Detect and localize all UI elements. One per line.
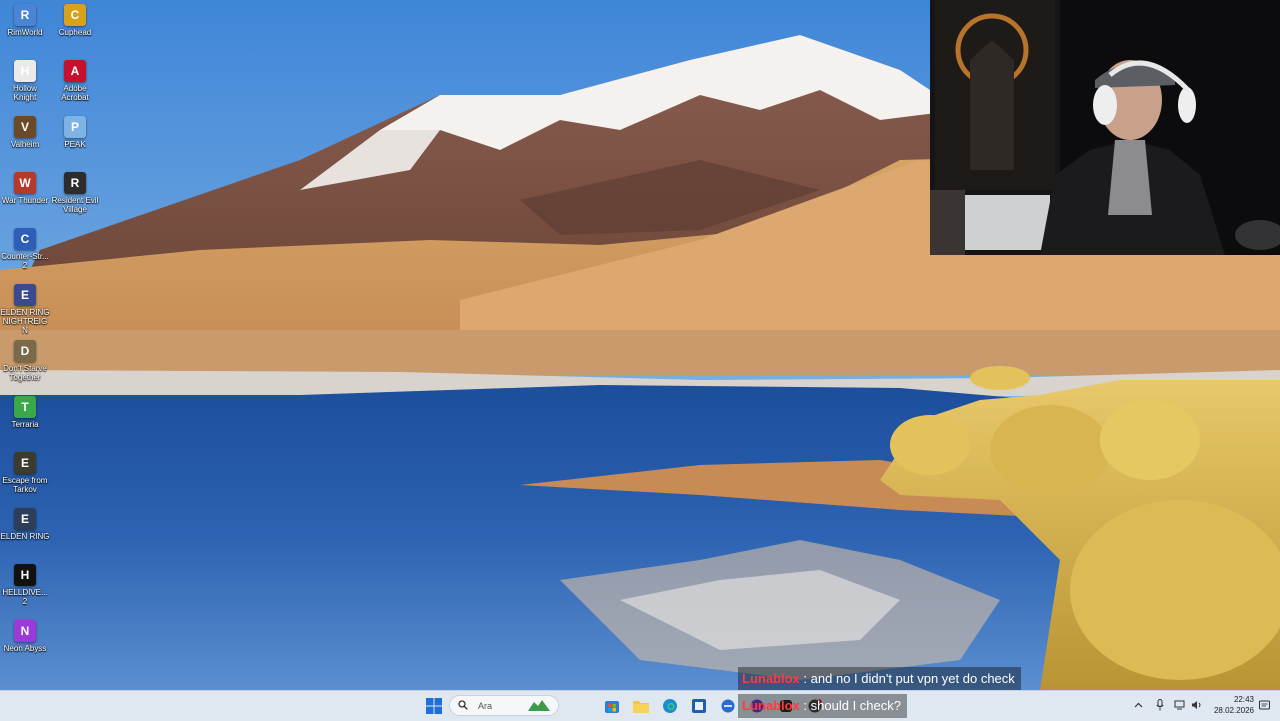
app-icon: H [14,60,36,82]
app-icon: E [14,508,36,530]
desktop-icon-label: Valheim [10,140,40,149]
app-icon: R [64,172,86,194]
chat-username: Lunablox [742,671,800,686]
desktop-icon[interactable]: E ELDEN RING [0,508,50,541]
network-icon[interactable] [1174,699,1186,711]
desktop-icon-label: ELDEN RING [0,532,50,541]
desktop-icon-label: Cuphead [58,28,92,37]
chat-text: should I check? [810,698,901,713]
desktop-icon[interactable]: W War Thunder [0,172,50,205]
chat-text: and no I didn't put vpn yet do check [810,671,1015,686]
app-icon: C [64,4,86,26]
desktop-icon[interactable]: E Escape from Tarkov [0,452,50,494]
search-icon [458,699,468,712]
chat-separator: : [803,671,808,686]
microphone-icon[interactable] [1154,699,1166,711]
desktop-icon[interactable]: H Hollow Knight [0,60,50,102]
clock-time: 22:43 [1233,695,1254,704]
desktop-icon[interactable]: E ELDEN RING NIGHTREIGN [0,284,50,335]
desktop-icon-label: Neon Abyss [3,644,47,653]
desktop-icon[interactable]: C Cuphead [50,4,100,37]
desktop-icon-label: Hollow Knight [12,84,37,102]
file-explorer-icon[interactable] [629,695,653,717]
app-icon: E [14,452,36,474]
desktop-icon[interactable]: D Don't Starve Together [0,340,50,382]
volume-icon[interactable] [1191,699,1203,711]
desktop-icon-label: HELLDIVE... 2 [2,588,48,606]
webcam-overlay [930,0,1280,255]
desktop-icon[interactable]: T Terraria [0,396,50,429]
microsoft-store-icon[interactable] [600,695,624,717]
desktop-icon-label: RimWorld [7,28,43,37]
desktop-icon-label: Don't Starve Together [3,364,47,382]
app-icon: A [64,60,86,82]
desktop-icon-label: ELDEN RING NIGHTREIGN [0,308,50,335]
app-icon: E [14,284,36,306]
chat-separator: : [803,698,808,713]
desktop-icon-label: Escape from Tarkov [2,476,48,494]
desktop-icon-label: Terraria [11,420,39,429]
desktop-icon[interactable]: P PEAK [50,116,100,149]
desktop-icon[interactable]: A Adobe Acrobat [50,60,100,102]
desktop-icon-label: Adobe Acrobat [61,84,89,102]
edge-icon[interactable] [658,695,682,717]
app-icon: R [14,4,36,26]
app-icon: N [14,620,36,642]
chat-username: Lunablox [742,698,800,713]
desktop-icon[interactable]: R RimWorld [0,4,50,37]
widgets-icon[interactable] [526,698,552,714]
windows-start-icon[interactable] [422,695,446,717]
taskbar-search-box[interactable]: Ara [449,695,559,716]
app-icon: T [14,396,36,418]
desktop-icon[interactable]: C Counter-Str... 2 [0,228,50,270]
app-icon-2[interactable] [716,695,740,717]
app-icon: H [14,564,36,586]
desktop-icon[interactable]: V Valheim [0,116,50,149]
app-icon: P [64,116,86,138]
app-icon: W [14,172,36,194]
app-icon: D [14,340,36,362]
chat-message: Lunablox : should I check? [738,694,907,718]
clock-date: 28.02.2026 [1213,706,1254,715]
chat-message: Lunablox : and no I didn't put vpn yet d… [738,667,1021,691]
system-clock[interactable]: 22:43 28.02.2026 [1208,694,1254,716]
desktop-icon-label: War Thunder [1,196,49,205]
desktop-icon-label: Counter-Str... 2 [1,252,49,270]
taskbar: Ara 22:43 28.02.2026 [0,690,1280,721]
desktop-icon[interactable]: N Neon Abyss [0,620,50,653]
desktop-icon-label: Resident Evil Village [51,196,99,214]
search-placeholder: Ara [478,700,493,711]
streamer-camera-feed [930,0,1280,255]
desktop-icon[interactable]: R Resident Evil Village [50,172,100,214]
chevron-up-icon[interactable] [1132,699,1144,711]
desktop-icon-label: PEAK [64,140,86,149]
desktop-icon[interactable]: H HELLDIVE... 2 [0,564,50,606]
app-icon: V [14,116,36,138]
app-icon[interactable] [687,695,711,717]
app-icon: C [14,228,36,250]
notification-icon[interactable] [1258,699,1270,711]
